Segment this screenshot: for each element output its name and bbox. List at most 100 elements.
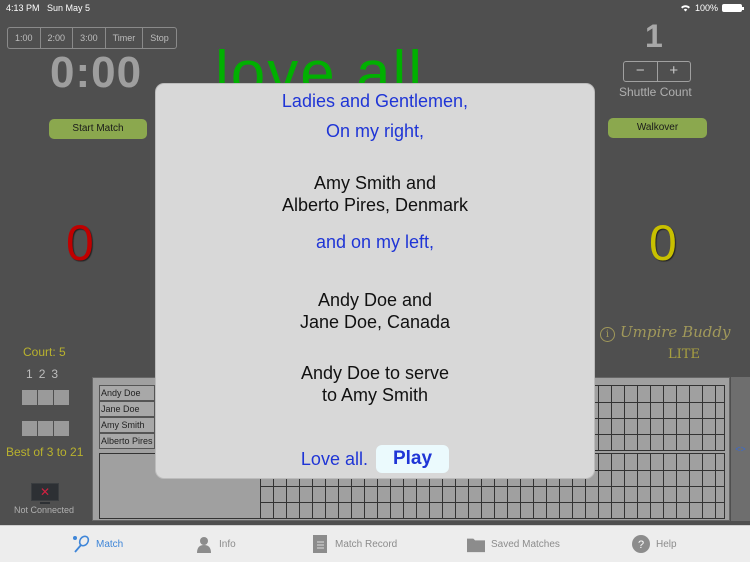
grid-column-line (702, 454, 703, 518)
timer-button[interactable]: Timer (106, 28, 144, 48)
scoresheet-player: Andy Doe (99, 385, 155, 401)
game-number: 2 (38, 367, 46, 381)
match-format: Best of 3 to 21 (6, 445, 84, 459)
scoresheet-player: Amy Smith (99, 417, 155, 433)
walkover-button[interactable]: Walkover (608, 118, 707, 138)
battery-percent: 100% (694, 3, 718, 13)
shuttle-count-value: 1 (645, 18, 663, 54)
list-document-icon (313, 535, 327, 553)
dialog-left-intro: and on my left, (315, 232, 435, 252)
grid-column-line (611, 454, 612, 518)
left-score[interactable]: 0 (66, 214, 94, 272)
timer-1min-button[interactable]: 1:00 (8, 28, 41, 48)
grid-column-line (676, 386, 677, 450)
connection-status: Not Connected (14, 505, 75, 515)
grid-column-line (637, 386, 638, 450)
grid-column-line (650, 386, 651, 450)
grid-column-line (650, 454, 651, 518)
game-score-box (38, 421, 53, 436)
game-number: 1 (26, 367, 33, 381)
scoresheet-scroll-button[interactable]: <> (731, 377, 750, 521)
svg-text:?: ? (638, 539, 644, 551)
shuttle-count-stepper: − + (623, 61, 691, 82)
folder-icon (467, 538, 485, 553)
grid-column-line (624, 454, 625, 518)
grid-column-line (637, 454, 638, 518)
tab-label: Saved Matches (491, 538, 560, 550)
wifi-icon (681, 5, 690, 12)
grid-column-line (715, 454, 716, 518)
tab-label: Help (656, 538, 677, 550)
dialog-left-team-line2: Jane Doe, Canada (299, 312, 451, 332)
brand-edition: LITE (668, 347, 700, 362)
court-label: Court: 5 (23, 345, 66, 359)
grid-row-line (260, 502, 724, 503)
game-score-box (54, 390, 69, 405)
grid-column-line (624, 386, 625, 450)
play-button[interactable]: Play (375, 445, 450, 473)
timer-segmented-control: 1:00 2:00 3:00 Timer Stop (7, 27, 177, 49)
dialog-right-intro: On my right, (325, 121, 425, 141)
grid-column-line (715, 386, 716, 450)
grid-column-line (663, 454, 664, 518)
battery-icon (722, 4, 744, 12)
dialog-love-all: Love all. (300, 448, 368, 469)
grid-row-line (260, 486, 724, 487)
status-indicators: 100% (680, 3, 744, 13)
tab-help[interactable]: ? Help (632, 535, 677, 553)
game-score-box (22, 421, 37, 436)
grid-column-line (689, 386, 690, 450)
game-score-box (22, 390, 37, 405)
team-top-game-scores (22, 390, 69, 405)
game-score-box (54, 421, 69, 436)
status-bar: 4:13 PM Sun May 5 100% (0, 0, 750, 16)
shuttle-decrement-button[interactable]: − (624, 62, 658, 81)
game-numbers: 1 2 3 (26, 367, 58, 381)
status-time: 4:13 PM (6, 3, 40, 13)
grid-column-line (702, 386, 703, 450)
app-brand[interactable]: i Umpire Buddy (600, 323, 730, 342)
stop-button[interactable]: Stop (143, 28, 176, 48)
tab-bar: Match Info Match Record Saved Matches ? … (0, 525, 750, 562)
dialog-right-team-line2: Alberto Pires, Denmark (281, 195, 469, 215)
start-match-button[interactable]: Start Match (49, 119, 147, 139)
tab-match[interactable]: Match (72, 535, 123, 553)
racket-shuttle-icon (73, 535, 90, 553)
timer-3min-button[interactable]: 3:00 (73, 28, 106, 48)
dialog-serve-line2: to Amy Smith (321, 385, 429, 405)
grid-column-line (598, 454, 599, 518)
right-score[interactable]: 0 (649, 214, 677, 272)
timer-2min-button[interactable]: 2:00 (41, 28, 74, 48)
tab-label: Match (96, 538, 124, 550)
game-number: 3 (51, 367, 59, 381)
scoresheet-player: Alberto Pires (99, 433, 155, 449)
dialog-intro: Ladies and Gentlemen, (281, 91, 469, 111)
announcement-dialog: Ladies and Gentlemen, On my right, Amy S… (156, 84, 594, 478)
brand-name: Umpire Buddy (620, 323, 731, 341)
grid-column-line (689, 454, 690, 518)
people-icon (197, 537, 211, 553)
grid-column-line (676, 454, 677, 518)
grid-column-line (598, 386, 599, 450)
grid-column-line (663, 386, 664, 450)
question-icon: ? (632, 535, 650, 553)
tab-saved-matches[interactable]: Saved Matches (467, 535, 560, 553)
dialog-right-team-line1: Amy Smith and (313, 173, 437, 193)
team-bottom-game-scores (22, 421, 69, 436)
match-clock: 0:00 (50, 48, 143, 97)
game-score-box (38, 390, 53, 405)
tab-match-record[interactable]: Match Record (311, 535, 397, 553)
info-icon[interactable]: i (600, 327, 615, 342)
tab-label: Info (219, 538, 236, 550)
tab-label: Match Record (335, 538, 398, 550)
dialog-left-team-line1: Andy Doe and (317, 290, 433, 310)
shuttle-increment-button[interactable]: + (658, 62, 691, 81)
scoresheet-player: Jane Doe (99, 401, 155, 417)
dialog-footer: Love all. Play (156, 445, 594, 473)
tab-info[interactable]: Info (195, 535, 236, 553)
status-date: Sun May 5 (47, 3, 91, 13)
monitor-disconnected-icon[interactable]: ✕ (31, 483, 59, 504)
grid-column-line (611, 386, 612, 450)
scoresheet-player-names: Andy Doe Jane Doe Amy Smith Alberto Pire… (99, 385, 155, 449)
dialog-serve-line1: Andy Doe to serve (300, 363, 450, 383)
